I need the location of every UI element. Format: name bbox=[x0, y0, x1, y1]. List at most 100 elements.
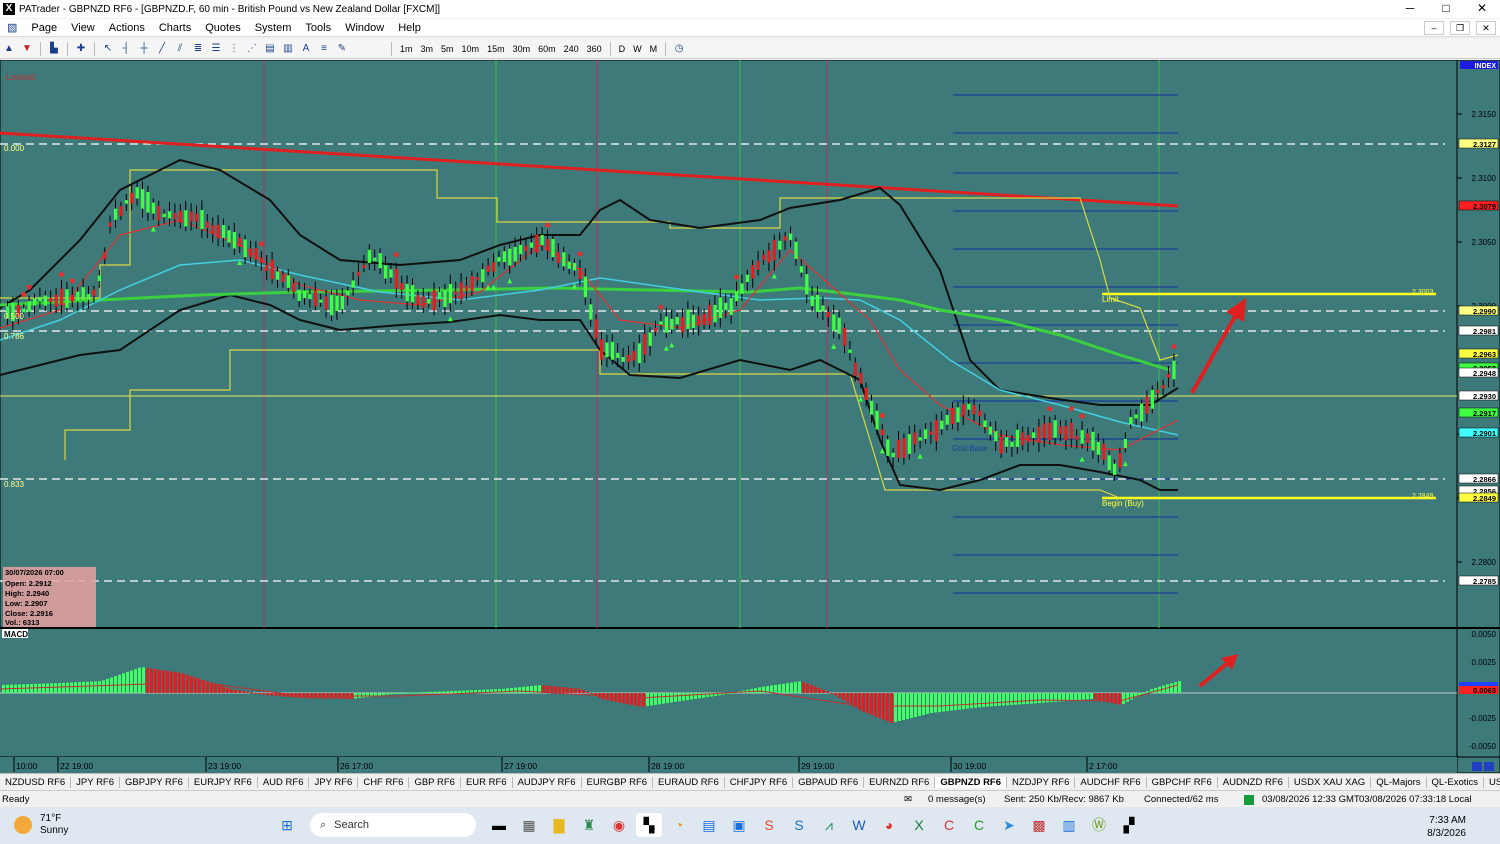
crosshair-icon[interactable]: ✚ bbox=[73, 42, 89, 56]
maximize-button[interactable]: □ bbox=[1428, 0, 1464, 18]
tf-30m[interactable]: 30m bbox=[509, 44, 535, 54]
symbol-tab[interactable]: EUR RF6 bbox=[461, 776, 513, 788]
symbol-tab[interactable]: NZDUSD RF6 bbox=[0, 776, 72, 788]
tf-5m[interactable]: 5m bbox=[437, 44, 458, 54]
fan-icon[interactable]: ⋰ bbox=[244, 42, 260, 56]
levels-icon[interactable]: ≡ bbox=[316, 42, 332, 56]
close-button[interactable]: ✕ bbox=[1464, 0, 1500, 18]
clock-app-icon[interactable]: ◔ bbox=[666, 813, 692, 837]
fib-ext-icon[interactable]: ☰ bbox=[208, 42, 224, 56]
taskbar-clock[interactable]: 7:33 AM 8/3/2026 bbox=[1427, 814, 1466, 840]
vline-icon[interactable]: ┼ bbox=[136, 42, 152, 56]
symbol-tab[interactable]: QL-Exotics bbox=[1427, 776, 1485, 788]
tf-m[interactable]: M bbox=[646, 44, 662, 54]
cycles-icon[interactable]: ▥ bbox=[280, 42, 296, 56]
trendline-icon[interactable]: ╱ bbox=[154, 42, 170, 56]
sell-icon[interactable]: ▼ bbox=[19, 42, 35, 56]
tf-3m[interactable]: 3m bbox=[417, 44, 438, 54]
grid-icon[interactable]: ▤ bbox=[262, 42, 278, 56]
chart-icon[interactable]: ▙ bbox=[46, 42, 62, 56]
symbol-tab[interactable]: EURGBP RF6 bbox=[582, 776, 654, 788]
tf-360[interactable]: 360 bbox=[583, 44, 606, 54]
symbol-tab[interactable]: USDX RF bbox=[1484, 777, 1500, 788]
symbol-tab[interactable]: JPY RF6 bbox=[309, 776, 359, 788]
tf-1m[interactable]: 1m bbox=[396, 44, 417, 54]
chart-canvas[interactable]: INDEX Locked 0.000 0.500 0.786 0.833 Lim… bbox=[0, 60, 1500, 773]
excel-icon[interactable]: X bbox=[906, 813, 932, 837]
tf-240[interactable]: 240 bbox=[560, 44, 583, 54]
start-icon[interactable]: ⊞ bbox=[274, 813, 300, 837]
file-explorer-icon[interactable]: ▇ bbox=[546, 813, 572, 837]
symbol-tab[interactable]: JPY RF6 bbox=[71, 776, 121, 788]
fib-icon[interactable]: ≣ bbox=[190, 42, 206, 56]
price-chart[interactable]: INDEX Locked 0.000 0.500 0.786 0.833 Lim… bbox=[0, 60, 1500, 773]
calculator-icon[interactable]: ▦ bbox=[516, 813, 542, 837]
symbol-tab[interactable]: CHFJPY RF6 bbox=[725, 776, 794, 788]
symbol-tab[interactable]: NZDJPY RF6 bbox=[1007, 776, 1076, 788]
menu-quotes[interactable]: Quotes bbox=[198, 22, 247, 34]
menu-charts[interactable]: Charts bbox=[152, 22, 198, 34]
text-icon[interactable]: A bbox=[298, 42, 314, 56]
symbol-tab[interactable]: QL-Majors bbox=[1371, 776, 1427, 788]
app-red-icon[interactable]: ◕ bbox=[876, 813, 902, 837]
app-c-green-icon[interactable]: C bbox=[966, 813, 992, 837]
menu-help[interactable]: Help bbox=[391, 22, 428, 34]
symbol-tab[interactable]: USDX XAU XAG bbox=[1289, 776, 1372, 788]
symbol-tab[interactable]: CHF RF6 bbox=[358, 776, 410, 788]
symbol-tab[interactable]: GBPJPY RF6 bbox=[120, 776, 189, 788]
symbol-tab[interactable]: EURJPY RF6 bbox=[189, 776, 258, 788]
app-c-red-icon[interactable]: C bbox=[936, 813, 962, 837]
symbol-tab[interactable]: AUD RF6 bbox=[258, 776, 310, 788]
symbol-tab[interactable]: AUDJPY RF6 bbox=[513, 776, 582, 788]
menu-tools[interactable]: Tools bbox=[298, 22, 338, 34]
chrome-icon[interactable]: ◉ bbox=[606, 813, 632, 837]
app-s-blue-icon[interactable]: S bbox=[786, 813, 812, 837]
pointer-icon[interactable]: ↖ bbox=[100, 42, 116, 56]
mdi-close-button[interactable]: ✕ bbox=[1476, 21, 1496, 35]
symbol-tab[interactable]: GBPCHF RF6 bbox=[1147, 776, 1218, 788]
clock-icon[interactable]: ◷ bbox=[671, 42, 687, 56]
tf-60m[interactable]: 60m bbox=[534, 44, 560, 54]
word-icon[interactable]: W bbox=[846, 813, 872, 837]
page-menu-icon[interactable]: ▧ bbox=[0, 21, 24, 34]
notepad-icon[interactable]: ▤ bbox=[696, 813, 722, 837]
app-stack-icon[interactable]: ▩ bbox=[1026, 813, 1052, 837]
tf-d[interactable]: D bbox=[615, 44, 630, 54]
menu-view[interactable]: View bbox=[64, 22, 102, 34]
app-icon-green[interactable]: ♜ bbox=[576, 813, 602, 837]
patrader-icon[interactable]: ▚ bbox=[636, 813, 662, 837]
symbol-tab[interactable]: GBPAUD RF6 bbox=[793, 776, 865, 788]
remote-icon[interactable]: ▣ bbox=[726, 813, 752, 837]
task-view-icon[interactable]: ▬ bbox=[486, 813, 512, 837]
menu-system[interactable]: System bbox=[248, 22, 299, 34]
symbol-tab[interactable]: AUDNZD RF6 bbox=[1218, 776, 1289, 788]
symbol-tab[interactable]: GBP RF6 bbox=[409, 776, 461, 788]
symbol-tab[interactable]: AUDCHF RF6 bbox=[1075, 776, 1147, 788]
app-s-red-icon[interactable]: S bbox=[756, 813, 782, 837]
symbol-tab[interactable]: GBPNZD RF6 bbox=[935, 776, 1008, 788]
buy-icon[interactable]: ▲ bbox=[1, 42, 17, 56]
symbol-tab[interactable]: EURAUD RF6 bbox=[653, 776, 725, 788]
mdi-restore-button[interactable]: ❐ bbox=[1450, 21, 1470, 35]
tf-10m[interactable]: 10m bbox=[458, 44, 484, 54]
menu-window[interactable]: Window bbox=[338, 22, 391, 34]
app-w-icon[interactable]: Ⓦ bbox=[1086, 813, 1112, 837]
app-sr-icon[interactable]: ▞ bbox=[1116, 813, 1142, 837]
minimize-button[interactable]: ─ bbox=[1392, 0, 1428, 18]
menu-page[interactable]: Page bbox=[24, 22, 64, 34]
channel-icon[interactable]: ⫽ bbox=[172, 42, 188, 56]
edit-icon[interactable]: ✎ bbox=[334, 42, 350, 56]
gann-icon[interactable]: ⋮ bbox=[226, 42, 242, 56]
tf-15m[interactable]: 15m bbox=[483, 44, 509, 54]
mail-icon[interactable]: ✉ bbox=[904, 794, 912, 805]
weather-widget[interactable]: 71°F Sunny bbox=[14, 813, 68, 837]
app-globe-icon[interactable]: ▥ bbox=[1056, 813, 1082, 837]
mdi-minimize-button[interactable]: – bbox=[1424, 21, 1444, 35]
taskbar-search[interactable]: ⌕ Search bbox=[310, 813, 476, 837]
menu-actions[interactable]: Actions bbox=[102, 22, 152, 34]
symbol-tab[interactable]: EURNZD RF6 bbox=[864, 776, 936, 788]
hline-icon[interactable]: ┤ bbox=[118, 42, 134, 56]
app-chart-icon[interactable]: ⩘ bbox=[816, 813, 842, 837]
telegram-icon[interactable]: ➤ bbox=[996, 813, 1022, 837]
tf-w[interactable]: W bbox=[629, 44, 646, 54]
